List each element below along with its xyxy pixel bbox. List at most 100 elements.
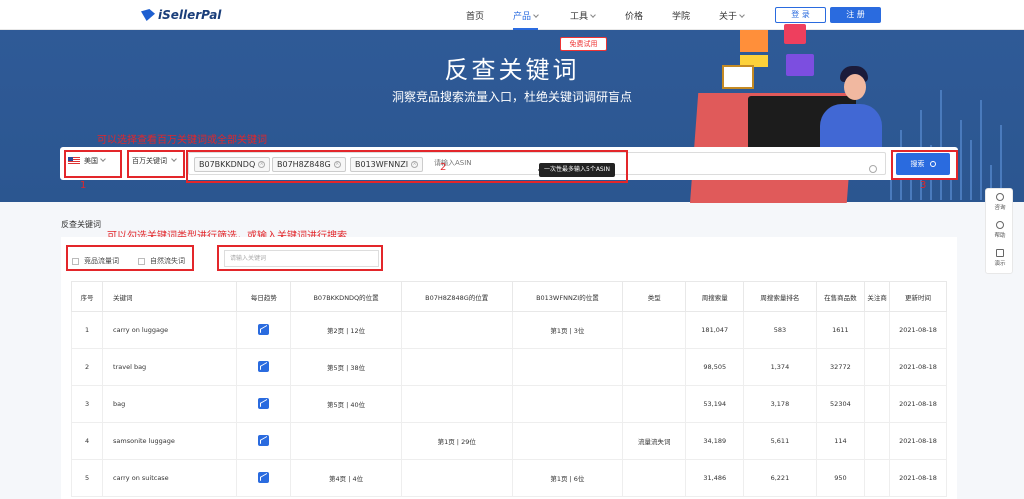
logo-text: iSellerPal [158, 8, 222, 22]
cell-position: 第5页 | 40位 [290, 385, 402, 423]
nav-item-tools[interactable]: 工具 [570, 9, 596, 22]
nav-item-pricing[interactable]: 价格 [625, 9, 643, 22]
cell-products: 52304 [815, 385, 866, 423]
cell-updated: 2021-08-18 [889, 385, 947, 423]
cell-follow [864, 459, 891, 497]
nav-item-products-label: 产品 [513, 12, 532, 22]
column-header[interactable]: B07H8Z848G的位置 [400, 281, 513, 312]
cell-position [400, 348, 513, 386]
cell-updated: 2021-08-18 [889, 348, 947, 386]
table-row: 3 bag 第5页 | 40位 53,194 3,178 52304 2021-… [70, 385, 947, 423]
clear-icon[interactable] [869, 165, 877, 173]
cell-keyword: bag [102, 385, 238, 423]
table-row: 2 travel bag 第5页 | 38位 98,505 1,374 3277… [70, 348, 947, 386]
annotation-number: 3 [920, 180, 927, 191]
cell-index: 4 [70, 422, 104, 460]
annotation-box-keyword-input [217, 245, 383, 271]
nav-item-products[interactable]: 产品 [513, 9, 539, 30]
help-icon [996, 221, 1004, 229]
register-button[interactable]: 注 册 [830, 7, 881, 23]
cell-products: 1611 [815, 311, 866, 349]
login-button[interactable]: 登 录 [775, 7, 826, 23]
trend-chart-icon[interactable] [258, 323, 270, 335]
cell-position [511, 385, 624, 423]
chevron-down-icon [590, 12, 596, 18]
column-header: 关键词 [102, 281, 238, 312]
annotation-box-filters [66, 245, 194, 271]
cell-index: 2 [70, 348, 104, 386]
cell-rank: 5,611 [743, 422, 817, 460]
section-title: 反查关键词 [61, 220, 101, 229]
column-header[interactable]: B07BKKDNDQ的位置 [290, 281, 402, 312]
column-header[interactable]: 周搜索量 [685, 281, 745, 312]
column-header[interactable]: 更新时间 [889, 281, 947, 312]
sidebar-item-label: 演示 [994, 261, 1006, 267]
logo-mark-icon [141, 9, 155, 21]
cell-trend[interactable] [236, 459, 292, 497]
nav-item-about[interactable]: 关于 [719, 9, 745, 22]
trend-chart-icon[interactable] [258, 360, 270, 372]
column-header[interactable]: 周搜索量排名 [743, 281, 817, 312]
trend-chart-icon[interactable] [258, 471, 270, 483]
cell-position [400, 385, 513, 423]
cell-updated: 2021-08-18 [889, 311, 947, 349]
illustration-card [740, 30, 768, 52]
cell-trend[interactable] [236, 311, 292, 349]
cell-trend[interactable] [236, 385, 292, 423]
cell-index: 3 [70, 385, 104, 423]
cell-trend[interactable] [236, 348, 292, 386]
hero-title: 反查关键词 [444, 56, 580, 84]
column-header[interactable]: 在售商品数 [815, 281, 866, 312]
cell-rank: 6,221 [743, 459, 817, 497]
chat-icon [996, 193, 1004, 201]
cell-position [511, 348, 624, 386]
cell-follow [864, 422, 891, 460]
sidebar-item-label: 帮助 [994, 233, 1006, 239]
cell-weekly-search: 181,047 [685, 311, 745, 349]
sidebar-item-consult[interactable]: 咨询 [986, 193, 1014, 211]
sidebar-item-label: 咨询 [994, 205, 1006, 211]
cell-products: 32772 [815, 348, 866, 386]
cell-position: 第4页 | 4位 [290, 459, 402, 497]
cell-type [622, 311, 687, 349]
annotation-box-asin [186, 150, 628, 183]
annotation-box-search [891, 150, 958, 180]
column-header: 类型 [622, 281, 687, 312]
nav-item-home[interactable]: 首页 [466, 9, 484, 22]
cell-products: 950 [815, 459, 866, 497]
table-row: 4 samsonite luggage 第1页 | 29位 流量流失词 34,1… [70, 422, 947, 460]
sidebar-item-help[interactable]: 帮助 [986, 221, 1014, 239]
cell-type [622, 385, 687, 423]
cell-updated: 2021-08-18 [889, 422, 947, 460]
cell-type [622, 348, 687, 386]
cell-position [400, 459, 513, 497]
annotation-number: 2 [440, 162, 447, 173]
free-trial-badge[interactable]: 免费试用 [560, 37, 607, 51]
nav-item-about-label: 关于 [719, 12, 738, 22]
trend-chart-icon[interactable] [258, 434, 270, 446]
column-header[interactable]: B013WFNNZI的位置 [511, 281, 624, 312]
cell-weekly-search: 31,486 [685, 459, 745, 497]
nav-item-academy[interactable]: 学院 [672, 9, 690, 22]
top-nav: iSellerPal 首页 产品 工具 价格 学院 关于 登 录 注 册 [0, 0, 1024, 30]
chevron-down-icon [533, 12, 539, 18]
cell-position [511, 422, 624, 460]
cell-products: 114 [815, 422, 866, 460]
annotation-box-country [64, 150, 122, 178]
cell-follow [864, 385, 891, 423]
floating-help-sidebar: 咨询 帮助 演示 [985, 188, 1013, 274]
cell-follow [864, 348, 891, 386]
cell-position: 第5页 | 38位 [290, 348, 402, 386]
nav-item-tools-label: 工具 [570, 12, 589, 22]
trend-chart-icon[interactable] [258, 397, 270, 409]
cell-position: 第1页 | 29位 [400, 422, 513, 460]
cell-trend[interactable] [236, 422, 292, 460]
cell-position: 第2页 | 12位 [290, 311, 402, 349]
cell-position: 第1页 | 3位 [511, 311, 624, 349]
logo[interactable]: iSellerPal [141, 8, 221, 22]
cell-updated: 2021-08-18 [889, 459, 947, 497]
column-header[interactable]: 关注商 [864, 281, 891, 312]
keywords-table: 序号 关键词 每日趋势 B07BKKDNDQ的位置 B07H8Z848G的位置 … [70, 281, 947, 497]
sidebar-item-demo[interactable]: 演示 [986, 249, 1014, 267]
annotation-number: 1 [80, 180, 87, 191]
